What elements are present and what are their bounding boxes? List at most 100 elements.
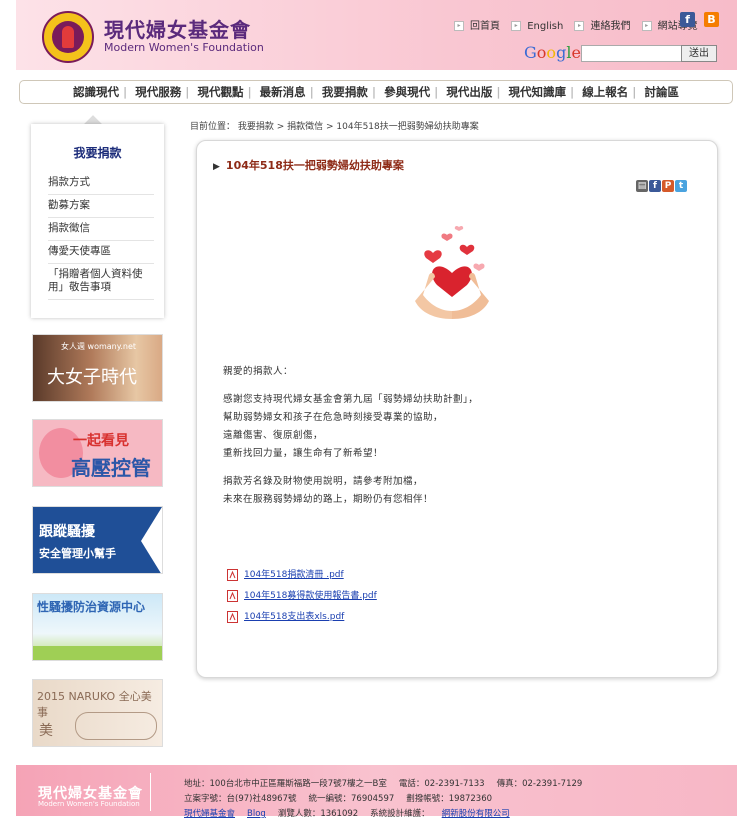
banner-naruko[interactable]: 2015 NARUKO 全心美事 美 — [32, 679, 163, 747]
top-link-contact-label[interactable]: 連絡我們 — [590, 21, 630, 32]
banner-harassment-title: 性騷擾防治資源中心 — [37, 600, 146, 614]
print-icon[interactable]: ▤ — [636, 180, 648, 192]
facebook-share-icon[interactable]: f — [649, 180, 661, 192]
footer-logo-en: Modern Women's Foundation — [38, 800, 140, 808]
para2-line2: 未來在服務弱勢婦幼的路上，期盼仍有您相伴！ — [223, 494, 434, 505]
article-panel: ▶ 104年518扶一把弱勢婦幼扶助專案 ▤ f Pt 親愛的捐款人： 感謝您支持現代… — [196, 140, 718, 678]
footer-tax-id: 統一編號：76904597 — [308, 794, 395, 804]
banner-coercive-control[interactable]: 一起看見 高壓控管 — [32, 419, 163, 487]
nav-item-publications[interactable]: 現代出版 — [442, 81, 496, 103]
page: 現代婦女基金會 Modern Women's Foundation ▸ 回首頁 ▸… — [16, 0, 737, 819]
footer-fax: 傳真：02-2391-7129 — [496, 779, 583, 789]
attachment-item: 104年518募得款使用報告書.pdf — [227, 586, 377, 607]
top-link-home[interactable]: ▸ 回首頁 — [454, 17, 500, 32]
para1-line4: 重新找回力量，讓生命有了新希望！ — [223, 448, 384, 459]
banner-womany[interactable]: 女人週 womany.net 大女子時代 — [32, 334, 163, 402]
sidebar-item-donation-receipts[interactable]: 捐款徵信 — [48, 218, 154, 241]
attachment-item: 104年518捐款清冊 .pdf — [227, 565, 377, 586]
banner-coercive-line1: 一起看見 — [73, 433, 129, 449]
nav-item-news[interactable]: 最新消息 — [256, 81, 310, 103]
plurk-share-icon[interactable]: P — [662, 180, 674, 192]
article-title: 104年518扶一把弱勢婦幼扶助專案 — [225, 159, 404, 172]
footer-designer-link[interactable]: 網新股份有限公司 — [442, 809, 510, 819]
nav-item-participate[interactable]: 參與現代 — [380, 81, 434, 103]
nav-item-services[interactable]: 現代服務 — [131, 81, 185, 103]
para1-line2: 幫助弱勢婦女和孩子在危急時刻接受專業的協助， — [223, 412, 444, 423]
sidebar-item-angel-zone[interactable]: 傳愛天使專區 — [48, 241, 154, 264]
para1-line3: 遠離傷害、復原創傷， — [223, 430, 324, 441]
sidebar-item-privacy-notice[interactable]: 「捐贈者個人資料使用」敬告事項 — [48, 264, 154, 300]
sidebar-item-donation-methods[interactable]: 捐款方式 — [48, 172, 154, 195]
banner-harassment-center[interactable]: 性騷擾防治資源中心 — [32, 593, 163, 661]
top-link-contact[interactable]: ▸ 連絡我們 — [574, 17, 630, 32]
banner-womany-title: 大女子時代 — [47, 367, 137, 388]
nav-item-about[interactable]: 認識現代 — [69, 81, 123, 103]
attachment-item: 104年518支出表xls.pdf — [227, 607, 377, 628]
banner-coercive-line2: 高壓控管 — [71, 456, 151, 480]
sidebar-item-fundraising-plans[interactable]: 勸募方案 — [48, 195, 154, 218]
footer-link-blog[interactable]: Blog — [247, 809, 266, 819]
nav-item-registration[interactable]: 線上報名 — [578, 81, 632, 103]
logo-figure — [62, 26, 74, 48]
banner-stalking-line2: 安全管理小幫手 — [39, 547, 116, 560]
site-header: 現代婦女基金會 Modern Women's Foundation ▸ 回首頁 ▸… — [16, 0, 737, 70]
main-nav: 認識現代 | 現代服務 | 現代觀點 | 最新消息 | 我要捐款 | 參與現代 | 現代出版… — [19, 80, 733, 104]
para1-line1: 感謝您支持現代婦女基金會第九屆「弱勢婦幼扶助計劃」， — [223, 394, 479, 405]
twitter-share-icon[interactable]: t — [675, 180, 687, 192]
footer-link-foundation[interactable]: 現代婦基金會 — [184, 809, 235, 819]
search-input[interactable] — [581, 45, 683, 62]
top-links: ▸ 回首頁 ▸ English ▸ 連絡我們 ▸ 網站導覽 — [454, 17, 706, 32]
banner-naruko-beauty: 美 — [39, 723, 53, 739]
footer-visitors: 瀏覽人數：1361092 — [277, 809, 359, 819]
arrow-icon: ▸ — [574, 21, 585, 31]
arrow-icon: ▸ — [454, 21, 464, 31]
banner-stalking-helper[interactable]: 跟蹤騷擾 安全管理小幫手 — [32, 506, 163, 574]
pdf-icon — [227, 589, 238, 602]
sidebar-title: 我要捐款 — [73, 146, 122, 160]
top-link-home-label[interactable]: 回首頁 — [470, 21, 500, 32]
search-submit-button[interactable]: 送出 — [681, 45, 717, 62]
nav-item-donate[interactable]: 我要捐款 — [318, 81, 372, 103]
attachment-link-donor-list[interactable]: 104年518捐款清冊 .pdf — [244, 570, 344, 580]
facebook-icon[interactable]: f — [680, 12, 695, 27]
article-title-row: ▶ 104年518扶一把弱勢婦幼扶助專案 — [213, 157, 404, 173]
footer-row-ids: 立案字號：台(97)社48967號 統一編號：76904597 劃撥帳號：19872… — [184, 792, 594, 807]
sidebar-donate-menu: 我要捐款 捐款方式 勸募方案 捐款徵信 傳愛天使專區 「捐贈者個人資料使用」敬告… — [31, 124, 164, 318]
footer-registration: 立案字號：台(97)社48967號 — [184, 794, 297, 804]
footer-address: 地址：100台北市中正區羅斯福路一段7號7樓之一B室 — [184, 779, 387, 789]
para2-line1: 捐款芳名錄及財物使用說明，請參考附加檔， — [223, 476, 424, 487]
top-link-english-label[interactable]: English — [527, 21, 563, 32]
greeting-text: 親愛的捐款人： — [223, 366, 294, 377]
breadcrumb: 目前位置： 我要捐款 > 捐款徵信 > 104年518扶一把弱勢婦幼扶助專案 — [190, 122, 479, 132]
footer-phone: 電話：02-2391-7133 — [398, 779, 485, 789]
banner-stalking-line1: 跟蹤騷擾 — [39, 524, 95, 540]
nav-item-viewpoints[interactable]: 現代觀點 — [193, 81, 247, 103]
footer-info: 地址：100台北市中正區羅斯福路一段7號7樓之一B室 電話：02-2391-713… — [184, 777, 594, 822]
arrow-icon: ▸ — [511, 21, 522, 31]
infinity-icon — [75, 712, 157, 740]
footer-divider — [150, 773, 151, 811]
grass-decoration — [33, 646, 162, 660]
nav-item-forum[interactable]: 討論區 — [640, 81, 683, 103]
logo-title-cn[interactable]: 現代婦女基金會 — [104, 14, 251, 43]
hands-with-hearts-image — [415, 225, 489, 319]
footer-designer-label: 系統設計維護： — [370, 809, 430, 819]
footer-postal: 劃撥帳號：19872360 — [406, 794, 493, 804]
article-body: 親愛的捐款人： 感謝您支持現代婦女基金會第九屆「弱勢婦幼扶助計劃」， 幫助弱勢婦… — [223, 363, 478, 509]
sidebar-list: 捐款方式 勸募方案 捐款徵信 傳愛天使專區 「捐贈者個人資料使用」敬告事項 — [48, 172, 154, 300]
nav-item-knowledge[interactable]: 現代知識庫 — [505, 81, 571, 103]
logo-title-en[interactable]: Modern Women's Foundation — [104, 41, 264, 54]
blogger-icon[interactable]: B — [704, 12, 719, 27]
pdf-icon — [227, 568, 238, 581]
triangle-right-icon: ▶ — [213, 162, 220, 172]
google-logo: Google — [524, 43, 581, 62]
site-footer: 現代婦女基金會 Modern Women's Foundation 地址：100… — [16, 765, 737, 819]
arrow-icon: ▸ — [641, 21, 652, 31]
top-link-english[interactable]: ▸ English — [511, 21, 563, 32]
foundation-logo-icon[interactable] — [42, 11, 94, 63]
attachment-link-expenditure[interactable]: 104年518支出表xls.pdf — [244, 612, 344, 622]
footer-row-links: 現代婦基金會 Blog 瀏覽人數：1361092 系統設計維護： 網新股份有限公司 — [184, 807, 594, 822]
attachment-link-usage-report[interactable]: 104年518募得款使用報告書.pdf — [244, 591, 377, 601]
chevron-left-icon — [141, 507, 162, 573]
attachment-list: 104年518捐款清冊 .pdf 104年518募得款使用報告書.pdf 104… — [227, 565, 377, 628]
